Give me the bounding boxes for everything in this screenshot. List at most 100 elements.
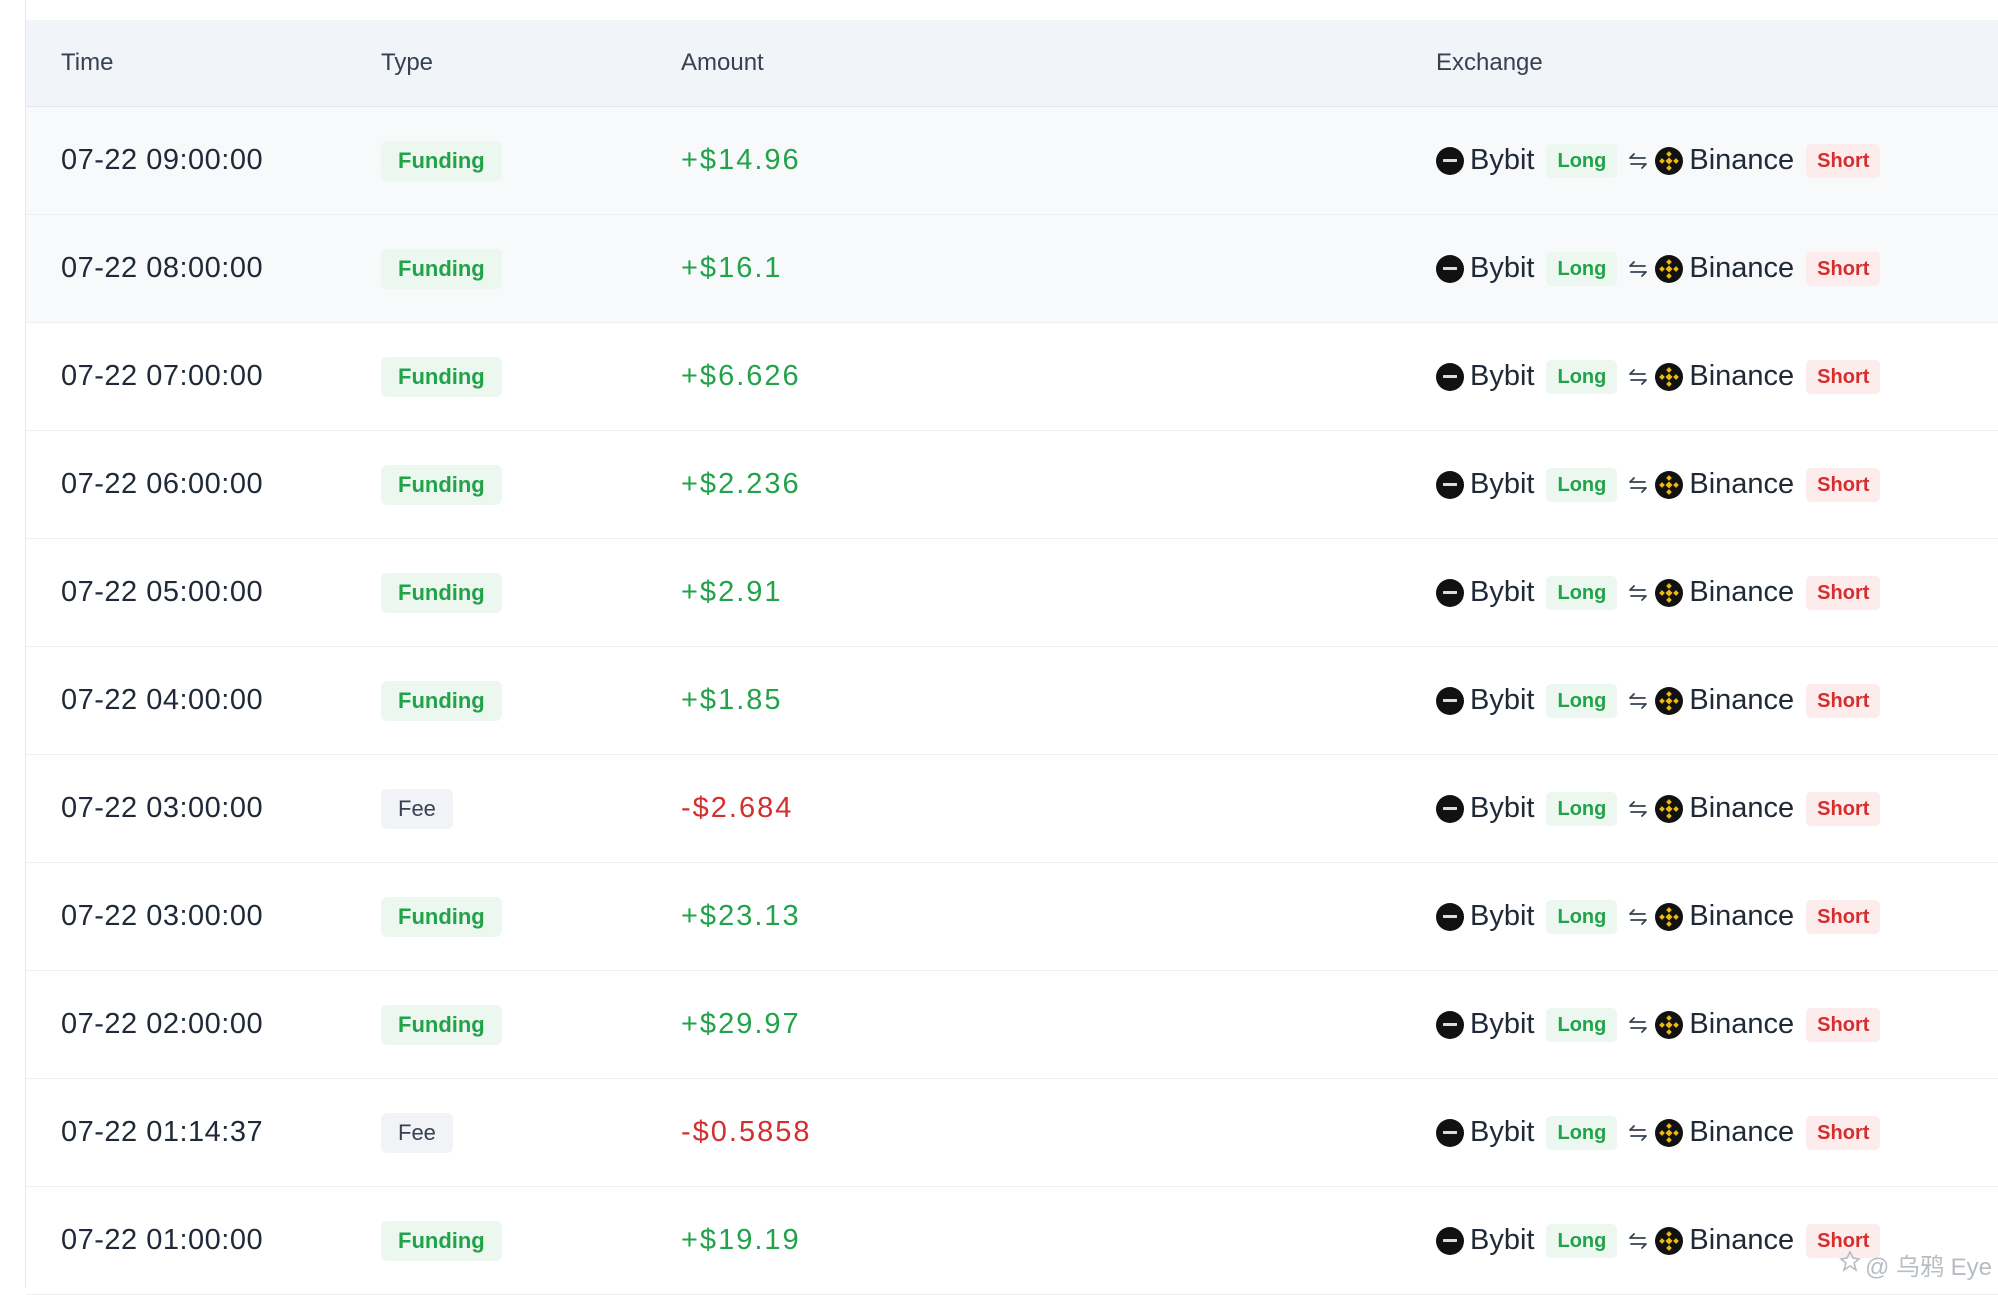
time-value: 07-22 09:00:00 bbox=[61, 144, 264, 176]
short-exchange-name[interactable]: Binance bbox=[1689, 144, 1794, 177]
swap-arrows-icon bbox=[1627, 258, 1649, 280]
binance-logo-icon bbox=[1655, 794, 1684, 823]
short-badge: Short bbox=[1806, 791, 1881, 826]
exchange-cell: Bybit Long Binance Short bbox=[1436, 755, 1881, 862]
long-exchange-name[interactable]: Bybit bbox=[1470, 792, 1534, 825]
exchange-cell: Bybit Long Binance Short bbox=[1436, 107, 1881, 214]
type-cell: Funding bbox=[381, 323, 502, 430]
amount-value: +$2.91 bbox=[681, 576, 783, 608]
short-exchange-name[interactable]: Binance bbox=[1689, 1116, 1794, 1149]
bybit-logo-icon bbox=[1436, 578, 1464, 607]
bybit-logo-icon bbox=[1436, 794, 1464, 823]
short-exchange-name[interactable]: Binance bbox=[1689, 576, 1794, 609]
type-badge: Funding bbox=[381, 356, 502, 397]
amount-cell: +$23.13 bbox=[681, 863, 801, 970]
type-badge: Funding bbox=[381, 464, 502, 505]
swap-arrows-icon bbox=[1627, 798, 1649, 820]
time-cell: 07-22 05:00:00 bbox=[61, 539, 263, 646]
header-exchange[interactable]: Exchange bbox=[1436, 20, 1543, 106]
time-cell: 07-22 01:14:37 bbox=[61, 1079, 263, 1186]
long-exchange-name[interactable]: Bybit bbox=[1470, 468, 1534, 501]
table-row[interactable]: 07-22 01:14:37 Fee -$0.5858 Bybit Long B… bbox=[26, 1079, 1998, 1187]
amount-value: +$6.626 bbox=[681, 360, 801, 392]
long-badge: Long bbox=[1546, 143, 1618, 178]
long-exchange-name[interactable]: Bybit bbox=[1470, 576, 1534, 609]
binance-logo-icon bbox=[1655, 254, 1684, 283]
table-row[interactable]: 07-22 03:00:00 Fee -$2.684 Bybit Long Bi… bbox=[26, 755, 1998, 863]
short-exchange-name[interactable]: Binance bbox=[1689, 684, 1794, 717]
time-cell: 07-22 03:00:00 bbox=[61, 755, 263, 862]
short-exchange-name[interactable]: Binance bbox=[1689, 900, 1794, 933]
binance-logo-icon bbox=[1655, 362, 1684, 391]
short-badge: Short bbox=[1806, 683, 1881, 718]
table-row[interactable]: 07-22 05:00:00 Funding +$2.91 Bybit Long bbox=[26, 539, 1998, 647]
time-value: 07-22 06:00:00 bbox=[61, 468, 264, 500]
table-row[interactable]: 07-22 03:00:00 Funding +$23.13 Bybit Lon… bbox=[26, 863, 1998, 971]
short-exchange-name[interactable]: Binance bbox=[1689, 468, 1794, 501]
transactions-table: Time Type Amount Exchange 07-22 09:00:00… bbox=[26, 20, 1998, 1295]
swap-arrows-icon bbox=[1627, 690, 1649, 712]
amount-cell: +$6.626 bbox=[681, 323, 801, 430]
time-cell: 07-22 04:00:00 bbox=[61, 647, 263, 754]
binance-logo-icon bbox=[1655, 1118, 1684, 1147]
table-row[interactable]: 07-22 04:00:00 Funding +$1.85 Bybit Long bbox=[26, 647, 1998, 755]
header-type[interactable]: Type bbox=[381, 20, 433, 106]
table-row[interactable]: 07-22 02:00:00 Funding +$29.97 Bybit Lon… bbox=[26, 971, 1998, 1079]
table-row[interactable]: 07-22 01:00:00 Funding +$19.19 Bybit Lon… bbox=[26, 1187, 1998, 1295]
long-exchange-name[interactable]: Bybit bbox=[1470, 684, 1534, 717]
exchange-cell: Bybit Long Binance Short bbox=[1436, 1079, 1881, 1186]
long-exchange-name[interactable]: Bybit bbox=[1470, 1116, 1534, 1149]
long-exchange-name[interactable]: Bybit bbox=[1470, 360, 1534, 393]
time-cell: 07-22 01:00:00 bbox=[61, 1187, 263, 1294]
long-exchange-name[interactable]: Bybit bbox=[1470, 144, 1534, 177]
type-cell: Funding bbox=[381, 107, 502, 214]
long-badge: Long bbox=[1546, 1007, 1618, 1042]
type-cell: Funding bbox=[381, 863, 502, 970]
bybit-logo-icon bbox=[1436, 362, 1464, 391]
long-exchange-name[interactable]: Bybit bbox=[1470, 1224, 1534, 1257]
amount-value: +$16.1 bbox=[681, 252, 783, 284]
binance-logo-icon bbox=[1655, 1226, 1684, 1255]
time-value: 07-22 03:00:00 bbox=[61, 900, 264, 932]
time-value: 07-22 04:00:00 bbox=[61, 684, 264, 716]
short-badge: Short bbox=[1806, 251, 1881, 286]
long-badge: Long bbox=[1546, 467, 1618, 502]
time-cell: 07-22 07:00:00 bbox=[61, 323, 263, 430]
amount-cell: -$2.684 bbox=[681, 755, 793, 862]
bybit-logo-icon bbox=[1436, 1118, 1464, 1147]
bybit-logo-icon bbox=[1436, 902, 1464, 931]
swap-arrows-icon bbox=[1627, 582, 1649, 604]
amount-value: +$19.19 bbox=[681, 1224, 801, 1256]
type-cell: Funding bbox=[381, 1187, 502, 1294]
exchange-cell: Bybit Long Binance Short bbox=[1436, 323, 1881, 430]
amount-value: +$29.97 bbox=[681, 1008, 801, 1040]
short-badge: Short bbox=[1806, 1007, 1881, 1042]
short-exchange-name[interactable]: Binance bbox=[1689, 360, 1794, 393]
amount-cell: +$16.1 bbox=[681, 215, 783, 322]
binance-logo-icon bbox=[1655, 1010, 1684, 1039]
short-exchange-name[interactable]: Binance bbox=[1689, 792, 1794, 825]
table-row[interactable]: 07-22 08:00:00 Funding +$16.1 Bybit Long bbox=[26, 215, 1998, 323]
short-exchange-name[interactable]: Binance bbox=[1689, 1008, 1794, 1041]
table-row[interactable]: 07-22 09:00:00 Funding +$14.96 Bybit Lon… bbox=[26, 107, 1998, 215]
short-exchange-name[interactable]: Binance bbox=[1689, 252, 1794, 285]
type-cell: Funding bbox=[381, 431, 502, 538]
header-time[interactable]: Time bbox=[61, 20, 113, 106]
long-badge: Long bbox=[1546, 575, 1618, 610]
amount-cell: +$29.97 bbox=[681, 971, 801, 1078]
long-exchange-name[interactable]: Bybit bbox=[1470, 1008, 1534, 1041]
header-amount[interactable]: Amount bbox=[681, 20, 764, 106]
time-cell: 07-22 02:00:00 bbox=[61, 971, 263, 1078]
watermark-logo-icon bbox=[1839, 1250, 1861, 1279]
time-value: 07-22 03:00:00 bbox=[61, 792, 264, 824]
short-exchange-name[interactable]: Binance bbox=[1689, 1224, 1794, 1257]
type-badge: Fee bbox=[381, 1112, 453, 1153]
swap-arrows-icon bbox=[1627, 150, 1649, 172]
table-row[interactable]: 07-22 07:00:00 Funding +$6.626 Bybit Lon… bbox=[26, 323, 1998, 431]
long-exchange-name[interactable]: Bybit bbox=[1470, 252, 1534, 285]
long-exchange-name[interactable]: Bybit bbox=[1470, 900, 1534, 933]
page: Time Type Amount Exchange 07-22 09:00:00… bbox=[0, 0, 1998, 1295]
table-row[interactable]: 07-22 06:00:00 Funding +$2.236 Bybit Lon… bbox=[26, 431, 1998, 539]
time-value: 07-22 01:00:00 bbox=[61, 1224, 264, 1256]
binance-logo-icon bbox=[1655, 146, 1684, 175]
